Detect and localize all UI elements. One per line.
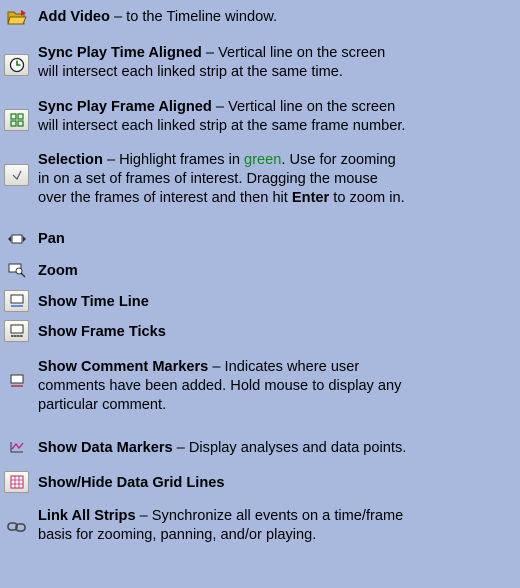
item-desc: – Indicates where user — [212, 359, 360, 375]
item-title: Show/Hide Data Grid Lines — [38, 475, 225, 491]
comment-markers-icon[interactable] — [4, 370, 29, 392]
item-desc-line2: will intersect each linked strip at the … — [38, 64, 343, 80]
item-desc: – Synchronize all events on a time/frame — [139, 508, 404, 524]
item-desc-line3: particular comment. — [38, 397, 167, 413]
item-desc-line3: over the frames of interest and then hit — [38, 190, 292, 206]
folder-open-icon[interactable] — [4, 6, 29, 28]
pan-icon[interactable] — [4, 228, 29, 250]
time-line-icon[interactable] — [4, 290, 29, 312]
frame-grid-icon[interactable] — [4, 109, 29, 131]
item-desc: – Highlight frames in — [106, 152, 245, 168]
enter-key-text: Enter — [291, 190, 330, 206]
item-title: Show Frame Ticks — [38, 324, 166, 340]
item-title: Show Comment Markers — [38, 359, 209, 375]
item-desc-line2: will intersect each linked strip at the … — [38, 118, 406, 134]
item-title: Link All Strips — [38, 508, 136, 524]
green-highlight-text: green — [244, 152, 282, 168]
toolbar-legend: Add Video – to the Timeline window. Sync… — [0, 0, 520, 588]
item-title: Show Data Markers — [38, 440, 173, 456]
item-desc: – to the Timeline window. — [113, 9, 278, 25]
clock-icon[interactable] — [4, 54, 29, 76]
data-markers-icon[interactable] — [4, 436, 29, 458]
item-desc-line3-end: to zoom in. — [329, 190, 405, 206]
item-title: Sync Play Time Aligned — [38, 45, 202, 61]
item-desc-cont: . Use for zooming — [281, 152, 396, 168]
link-strips-icon[interactable] — [4, 516, 29, 538]
item-title: Add Video — [38, 9, 110, 25]
item-title: Selection — [38, 152, 103, 168]
item-title: Show Time Line — [38, 294, 149, 310]
selection-cursor-icon[interactable] — [4, 164, 29, 186]
zoom-icon[interactable] — [4, 259, 29, 281]
item-desc: – Vertical line on the screen — [205, 45, 386, 61]
item-title: Zoom — [38, 263, 78, 279]
grid-lines-icon[interactable] — [4, 471, 29, 493]
item-desc-line2: comments have been added. Hold mouse to … — [38, 378, 402, 394]
item-desc-line2: basis for zooming, panning, and/or playi… — [38, 527, 317, 543]
item-desc-line2: in on a set of frames of interest. Dragg… — [38, 171, 378, 187]
item-title: Sync Play Frame Aligned — [38, 99, 212, 115]
item-desc: – Display analyses and data points. — [176, 440, 407, 456]
item-desc: – Vertical line on the screen — [215, 99, 396, 115]
item-title: Pan — [38, 231, 65, 247]
frame-ticks-icon[interactable] — [4, 320, 29, 342]
